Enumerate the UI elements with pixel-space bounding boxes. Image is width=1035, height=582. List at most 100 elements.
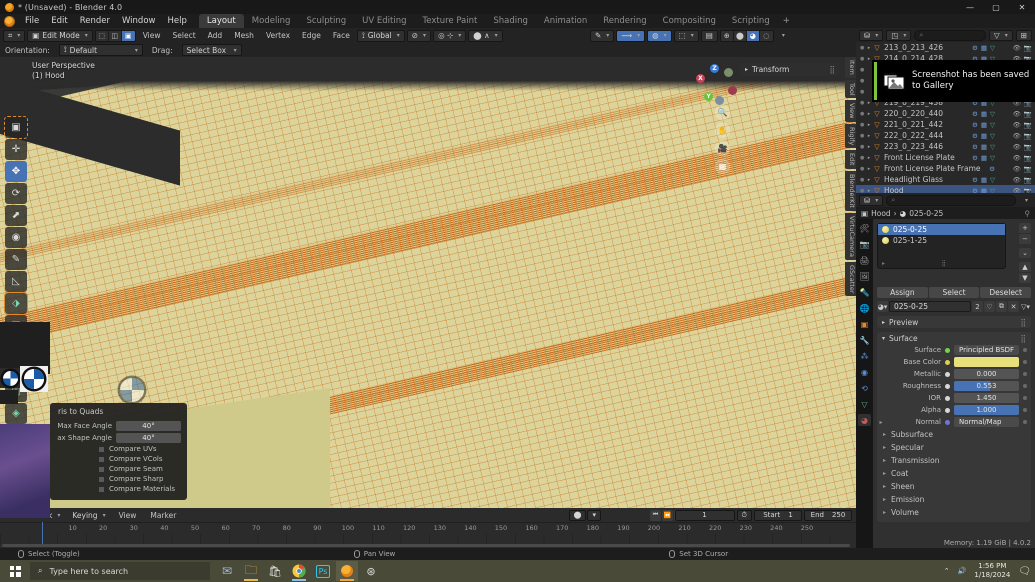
close-button[interactable]: ✕ xyxy=(1009,0,1035,14)
hide-in-viewport-icon[interactable]: 👁 xyxy=(1013,132,1021,140)
outliner-editor[interactable]: ⛁ ▾ ◳ ▾ ⌕ ▽ ▾ ⊞ ● ▸ ▽ 213_0_213_426 ⚙ ▦ ▽ 👁 📷 ● ▸ ▽ 214… xyxy=(856,28,1035,196)
modifier-wrench-icon[interactable]: ⚙ xyxy=(972,154,978,162)
volume-icon[interactable]: 🔊 xyxy=(958,567,967,575)
compare-uvs-checkbox[interactable] xyxy=(98,445,105,453)
ortho-grid-icon[interactable]: ▦ xyxy=(715,159,730,174)
timeline-track-area[interactable] xyxy=(0,534,856,544)
outliner-disclosure-arrow[interactable]: ▸ xyxy=(865,155,873,161)
disable-in-render-icon[interactable]: 📷 xyxy=(1024,143,1032,151)
compare-materials-row[interactable]: Compare Materials xyxy=(50,484,187,494)
modifier-wrench-icon[interactable]: ⚙ xyxy=(972,176,978,184)
annotate-tool-icon[interactable]: ✎ xyxy=(5,249,27,270)
workspace-tab-sculpting[interactable]: Sculpting xyxy=(298,14,354,28)
sub-panel-emission[interactable]: ▸ Emission xyxy=(877,493,1031,506)
disable-in-render-icon[interactable]: 📷 xyxy=(1024,165,1032,173)
tab-view-layer[interactable]: 🖼 xyxy=(858,270,871,282)
cursor-tool-icon[interactable]: ✛ xyxy=(5,139,27,160)
tab-object[interactable]: ▣ xyxy=(858,318,871,330)
material-slot-0[interactable]: 025-0-25 xyxy=(878,224,1005,235)
property-row-alpha[interactable]: Alpha 1.000 xyxy=(877,404,1031,416)
mesh-modifier-icon[interactable]: ▦ xyxy=(981,176,987,184)
chrome-icon[interactable] xyxy=(288,561,310,581)
modifier-wrench-icon[interactable]: ⚙ xyxy=(972,143,978,151)
edge-select-mode-button[interactable]: ◫ xyxy=(108,30,122,41)
compare-sharp-row[interactable]: Compare Sharp xyxy=(50,474,187,484)
tab-material[interactable]: ◕ xyxy=(858,414,871,426)
properties-editor[interactable]: ⛁▾ ⌕ ▾ ▣ Hood › ◕ 025-0-25 ⚲ 🛠 📷 🖨 🖼 🔦 xyxy=(856,193,1035,548)
measure-tool-icon[interactable]: ◺ xyxy=(5,271,27,292)
orientation-dropdown[interactable]: ⟟ Default ▾ xyxy=(58,44,143,56)
tab-modifiers[interactable]: 🔧 xyxy=(858,334,871,346)
snap-toggle-icon[interactable]: ⊘ ▾ xyxy=(406,29,432,42)
workspace-tab-scripting[interactable]: Scripting xyxy=(724,14,778,28)
fake-user-icon[interactable]: ♡ xyxy=(984,301,995,312)
property-row-surface[interactable]: Surface Principled BSDF xyxy=(877,344,1031,356)
menu-window[interactable]: Window xyxy=(116,14,162,28)
auto-keyframe-icon[interactable]: ⬤ xyxy=(568,509,587,521)
viewport-menu-mesh[interactable]: Mesh xyxy=(229,31,259,40)
outliner-disclosure-arrow[interactable]: ▸ xyxy=(865,45,873,51)
mesh-modifier-icon[interactable]: ▦ xyxy=(981,110,987,118)
sub-panel-transmission[interactable]: ▸ Transmission xyxy=(877,454,1031,467)
workspace-tab-rendering[interactable]: Rendering xyxy=(595,14,654,28)
mesh-edit-mode-overlay-icon[interactable]: ✎ ▾ xyxy=(590,29,615,42)
compare-vcols-row[interactable]: Compare VCols xyxy=(50,454,187,464)
unlink-material-icon[interactable]: ✕ xyxy=(1008,301,1019,312)
tab-constraints[interactable]: ⟲ xyxy=(858,382,871,394)
tab-physics[interactable]: ◉ xyxy=(858,366,871,378)
tab-world[interactable]: 🌐 xyxy=(858,302,871,314)
deselect-button[interactable]: Deselect xyxy=(980,287,1032,298)
start-frame-field[interactable]: Start 1 xyxy=(754,509,802,521)
surface-section-header[interactable]: ▾ Surface ⣿ xyxy=(877,332,1031,344)
tab-output[interactable]: 🖨 xyxy=(858,254,871,266)
slider-roughness[interactable]: 0.553 xyxy=(954,381,1019,391)
properties-search-input[interactable]: ⌕ xyxy=(886,194,1016,206)
sidebar-tab-tool[interactable]: Tool xyxy=(845,79,856,99)
outliner-disclosure-arrow[interactable]: ▸ xyxy=(865,111,873,117)
node-link-surface[interactable]: Principled BSDF xyxy=(954,345,1019,355)
navigation-gizmo[interactable]: Z X Y xyxy=(696,64,737,105)
proportional-edit-icon[interactable]: ◎ ⊹ ▾ xyxy=(433,29,467,42)
property-row-base-color[interactable]: Base Color xyxy=(877,356,1031,368)
hide-in-viewport-icon[interactable]: 👁 xyxy=(1013,143,1021,151)
breadcrumb-object[interactable]: Hood xyxy=(871,209,891,218)
disable-in-render-icon[interactable]: 📷 xyxy=(1024,176,1032,184)
slider-metallic[interactable]: 0.000 xyxy=(954,369,1019,379)
timeline-menu-marker[interactable]: Marker xyxy=(145,511,181,520)
animate-property-icon[interactable] xyxy=(1023,420,1027,424)
mesh-modifier-icon[interactable]: ▦ xyxy=(981,44,987,52)
notifications-icon[interactable]: 🗨 xyxy=(1018,566,1031,577)
sub-panel-subsurface[interactable]: ▸ Subsurface xyxy=(877,428,1031,441)
taskbar-clock[interactable]: 1:56 PM 1/18/2024 xyxy=(974,562,1010,580)
hide-in-viewport-icon[interactable]: 👁 xyxy=(1013,176,1021,184)
compare-uvs-row[interactable]: Compare UVs xyxy=(50,444,187,454)
menu-help[interactable]: Help xyxy=(161,14,192,28)
expand-normal-icon[interactable]: ▸ xyxy=(877,419,885,426)
show-overlays-icon[interactable]: ◍ ▾ xyxy=(647,29,672,42)
select-button[interactable]: Select xyxy=(928,287,980,298)
auto-keyframe-dropdown-icon[interactable]: ▾ xyxy=(587,509,601,521)
solid-shading-button[interactable]: ⬤ xyxy=(733,30,747,41)
tray-expand-icon[interactable]: ⌃ xyxy=(944,567,950,575)
modifier-wrench-icon[interactable]: ⚙ xyxy=(972,44,978,52)
outliner-disclosure-arrow[interactable]: ▸ xyxy=(865,166,873,172)
timeline-menu-view[interactable]: View xyxy=(114,511,142,520)
material-slot-1[interactable]: 025-1-25 xyxy=(878,235,1005,246)
sub-panel-coat[interactable]: ▸ Coat xyxy=(877,467,1031,480)
gizmo-axis-z[interactable]: Z xyxy=(710,64,719,73)
face-select-mode-button[interactable]: ▣ xyxy=(121,30,135,41)
animate-property-icon[interactable] xyxy=(1023,372,1027,376)
workspace-tab-uv-editing[interactable]: UV Editing xyxy=(354,14,414,28)
move-tool-icon[interactable]: ✥ xyxy=(5,161,27,182)
operator-redo-panel[interactable]: ris to Quads Max Face Angle 40° ax Shape… xyxy=(50,403,187,500)
outliner-search-input[interactable]: ⌕ xyxy=(914,29,986,41)
vertex-select-mode-button[interactable]: ⬚ xyxy=(95,30,109,41)
proportional-falloff-icon[interactable]: ⬤ ∧ ▾ xyxy=(468,29,503,42)
modifier-wrench-icon[interactable]: ⚙ xyxy=(972,121,978,129)
auto-keying-group[interactable]: ⬤ ▾ xyxy=(568,509,601,521)
editor-type-selector[interactable]: ⌗ ▾ xyxy=(3,29,26,42)
tab-particles[interactable]: ⁂ xyxy=(858,350,871,362)
playhead[interactable] xyxy=(42,522,43,544)
blender-menu-icon[interactable] xyxy=(4,15,15,27)
breadcrumb-material[interactable]: 025-0-25 xyxy=(909,209,943,218)
